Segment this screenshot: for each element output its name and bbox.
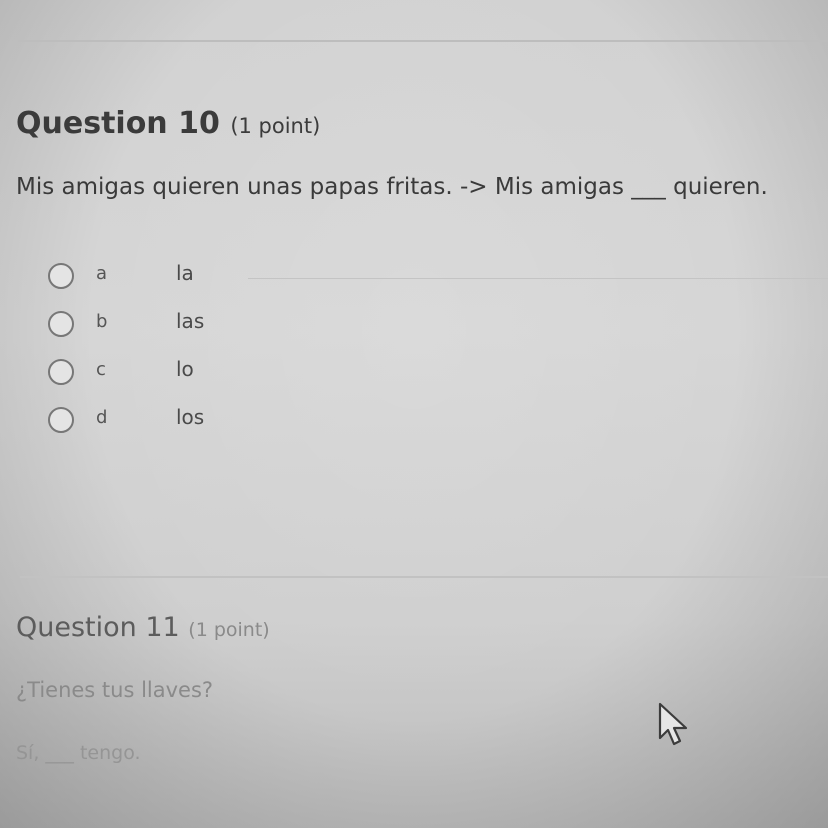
- option-c-text: lo: [176, 357, 194, 381]
- question-11-sentence: Sí, ___ tengo.: [16, 742, 141, 764]
- option-d[interactable]: d los: [48, 402, 828, 440]
- question-11-title: Question 11: [16, 612, 180, 643]
- option-c[interactable]: c lo: [48, 354, 828, 392]
- option-d-letter: d: [96, 407, 108, 428]
- divider-top: [18, 40, 828, 42]
- radio-option-b[interactable]: [48, 311, 74, 337]
- radio-option-a[interactable]: [48, 263, 74, 289]
- question-11-points: (1 point): [188, 619, 270, 641]
- option-c-letter: c: [96, 359, 106, 380]
- question-10-heading: Question 10 (1 point): [16, 106, 320, 141]
- question-10-points: (1 point): [230, 114, 321, 138]
- option-b[interactable]: b las: [48, 306, 828, 344]
- option-a-letter: a: [96, 263, 108, 284]
- option-a-text: la: [176, 261, 194, 285]
- radio-option-c[interactable]: [48, 359, 74, 385]
- option-b-letter: b: [96, 311, 108, 332]
- radio-option-d[interactable]: [48, 407, 74, 433]
- option-a-divider: [248, 278, 828, 279]
- question-10-title: Question 10: [16, 106, 220, 141]
- divider-middle: [20, 576, 828, 578]
- arrow-pointer-icon: [658, 702, 688, 746]
- question-11-prompt: ¿Tienes tus llaves?: [16, 678, 214, 702]
- option-d-text: los: [176, 405, 205, 429]
- question-10-prompt: Mis amigas quieren unas papas fritas. ->…: [16, 174, 768, 200]
- option-b-text: las: [176, 309, 205, 333]
- option-a[interactable]: a la: [48, 258, 828, 296]
- question-11-heading: Question 11 (1 point): [16, 612, 270, 643]
